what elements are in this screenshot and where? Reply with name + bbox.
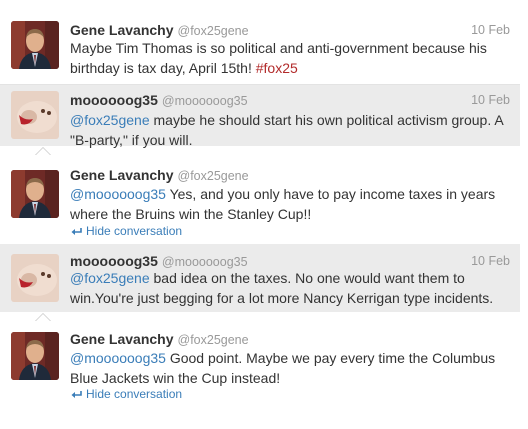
hide-conversation-link[interactable]: Hide conversation (70, 387, 182, 401)
tweet-text: @moooooog35 Yes, and you only have to pa… (70, 184, 508, 224)
avatar-moooooog35[interactable] (11, 254, 59, 302)
user-name[interactable]: Gene Lavanchy (70, 331, 174, 347)
conversation-timeline: Gene Lavanchy @fox25gene 10 Feb Maybe Tim… (0, 0, 528, 429)
hide-conversation-label[interactable]: Hide conversation (86, 224, 182, 238)
user-name[interactable]: Gene Lavanchy (70, 22, 174, 38)
tweet-text: @fox25gene bad idea on the taxes. No one… (70, 268, 508, 308)
tweet-header: moooooog35 @moooooog35 10 Feb (70, 91, 510, 109)
user-handle[interactable]: @moooooog35 (162, 94, 248, 108)
hide-conversation-label[interactable]: Hide conversation (86, 387, 182, 401)
hashtag-link[interactable]: #fox25 (256, 60, 298, 76)
mention-link[interactable]: @moooooog35 (70, 186, 166, 202)
gene-avatar-image (11, 170, 59, 218)
gene-avatar-image (11, 21, 59, 69)
moog-avatar-image (11, 91, 59, 139)
user-handle[interactable]: @moooooog35 (162, 255, 248, 269)
moog-avatar-image (11, 254, 59, 302)
gene-avatar-image (11, 332, 59, 380)
user-name[interactable]: moooooog35 (70, 253, 158, 269)
reply-caret-icon (35, 313, 51, 321)
mention-link[interactable]: @fox25gene (70, 112, 150, 128)
avatar-gene-lavanchy[interactable] (11, 170, 59, 218)
avatar-gene-lavanchy[interactable] (11, 332, 59, 380)
tweet-time[interactable]: 10 Feb (471, 21, 510, 39)
conversation-arrow-icon (71, 228, 82, 235)
tweet-header: Gene Lavanchy @fox25gene (70, 166, 510, 184)
reply-caret-icon (35, 147, 51, 155)
tweet-gene-3[interactable]: Gene Lavanchy @fox25gene @moooooog35 Good… (0, 326, 520, 406)
tweet-gene-2[interactable]: Gene Lavanchy @fox25gene @moooooog35 Yes,… (0, 162, 520, 242)
mention-link[interactable]: @fox25gene (70, 270, 150, 286)
avatar-gene-lavanchy[interactable] (11, 21, 59, 69)
tweet-time[interactable]: 10 Feb (471, 91, 510, 109)
user-handle[interactable]: @fox25gene (178, 333, 249, 347)
tweet-text: @fox25gene maybe he should start his own… (70, 110, 508, 150)
tweet-header: Gene Lavanchy @fox25gene 10 Feb (70, 21, 510, 39)
user-name[interactable]: Gene Lavanchy (70, 167, 174, 183)
tweet-header: Gene Lavanchy @fox25gene (70, 330, 510, 348)
tweet-text: @moooooog35 Good point. Maybe we pay eve… (70, 348, 508, 388)
avatar-moooooog35[interactable] (11, 91, 59, 139)
tweet-moog-2[interactable]: moooooog35 @moooooog35 10 Feb @fox25gene … (0, 244, 520, 312)
tweet-text: Maybe Tim Thomas is so political and ant… (70, 38, 508, 78)
user-handle[interactable]: @fox25gene (178, 24, 249, 38)
tweet-gene-1[interactable]: Gene Lavanchy @fox25gene 10 Feb Maybe Tim… (0, 0, 520, 76)
conversation-arrow-icon (71, 391, 82, 398)
tweet-moog-1[interactable]: moooooog35 @moooooog35 10 Feb @fox25gene … (0, 85, 520, 148)
user-handle[interactable]: @fox25gene (178, 169, 249, 183)
user-name[interactable]: moooooog35 (70, 92, 158, 108)
mention-link[interactable]: @moooooog35 (70, 350, 166, 366)
hide-conversation-link[interactable]: Hide conversation (70, 224, 182, 238)
